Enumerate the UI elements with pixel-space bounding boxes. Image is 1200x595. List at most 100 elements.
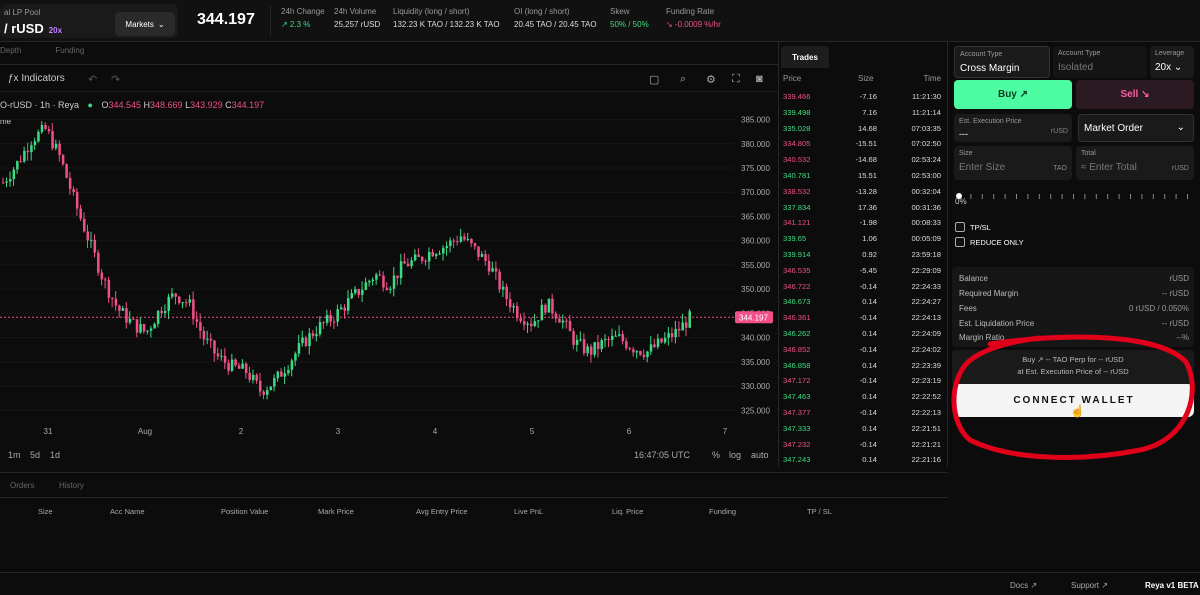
timeframe-1d[interactable]: 1d	[50, 450, 60, 460]
col-acc-name: Acc Name	[110, 507, 145, 516]
info-value: 0 rUSD / 0.050%	[1128, 304, 1189, 313]
trade-time: 22:24:33	[911, 281, 941, 291]
candle-body	[596, 342, 600, 350]
candle-body	[572, 331, 575, 345]
trade-price: 339.498	[783, 107, 811, 117]
y-tick-label: 350.000	[741, 285, 770, 294]
candle-body	[2, 182, 5, 184]
candle-body	[40, 125, 44, 132]
candle-body	[266, 390, 269, 395]
candle-body	[149, 328, 153, 331]
candle-body	[153, 323, 156, 329]
account-type2-value: Isolated	[1058, 62, 1094, 73]
sell-button[interactable]: Sell ↘	[1076, 80, 1194, 109]
timeframe-5d[interactable]: 5d	[30, 450, 40, 460]
candle-body	[607, 339, 611, 341]
auto-toggle[interactable]: auto	[751, 450, 769, 460]
col-funding: Funding	[709, 507, 737, 516]
candle-body	[44, 125, 47, 129]
candle-body	[459, 236, 463, 242]
gear-icon[interactable]: ⚙	[706, 73, 716, 86]
candle-body	[311, 333, 315, 337]
candle-body	[139, 324, 142, 333]
annotation-circle	[951, 334, 1195, 460]
info-balance: Balance rUSD	[959, 274, 1189, 283]
tab-funding[interactable]: Funding	[55, 46, 84, 55]
candle-body	[65, 164, 68, 178]
expand-icon[interactable]: ⛶	[732, 73, 740, 86]
leverage-value: 20x ⌄	[1155, 62, 1183, 73]
leverage-badge: 20x	[48, 26, 63, 35]
buy-button[interactable]: Buy ↗	[954, 80, 1072, 109]
stat-value: 25,257 rUSD	[334, 20, 381, 29]
candle-body	[287, 369, 290, 374]
tpsl-checkbox[interactable]	[955, 222, 965, 232]
trade-size: 0.14	[862, 329, 877, 338]
trade-row: 338.532 -13.28 00:32:04	[779, 185, 947, 201]
candle-body	[378, 274, 382, 276]
account-type-isolated[interactable]: Account Type Isolated	[1053, 46, 1147, 78]
pair-name: / rUSD 20x	[4, 21, 62, 36]
trade-size: 0.14	[862, 423, 877, 433]
percent-toggle[interactable]: %	[712, 450, 720, 460]
camera-icon[interactable]: ◙	[756, 73, 763, 85]
tab-depth[interactable]: Depth	[0, 46, 21, 55]
candle-body	[216, 353, 220, 357]
reduce-only-checkbox[interactable]	[955, 237, 965, 247]
tab-orders[interactable]: Orders	[10, 481, 34, 490]
account-type-cross[interactable]: Account Type Cross Margin	[954, 46, 1050, 78]
info-value: -- rUSD	[1161, 289, 1189, 298]
candle-body	[125, 308, 128, 323]
log-toggle[interactable]: log	[729, 450, 741, 460]
slider-ticks	[956, 193, 1188, 199]
order-type-value: Market Order	[1084, 123, 1143, 134]
candle-body	[632, 349, 635, 353]
price-chart[interactable]: 385.000 380.000 375.000 370.000 365.000 360.0…	[0, 95, 778, 440]
support-link[interactable]: Support ↗	[1071, 581, 1108, 590]
candle-body	[248, 373, 251, 380]
orders-divider	[0, 497, 948, 498]
timeframe-1m[interactable]: 1m	[8, 450, 21, 460]
candle-body	[206, 338, 209, 340]
docs-link[interactable]: Docs ↗	[1010, 581, 1037, 590]
exec-price-field: Est. Execution Price --- rUSD	[954, 114, 1072, 142]
candle-body	[396, 275, 399, 279]
candle-body	[336, 309, 339, 322]
candle-body	[364, 282, 368, 290]
fullscreen-box-icon[interactable]: ▢	[649, 73, 659, 86]
size-input[interactable]: Size Enter Size TAO	[954, 146, 1072, 180]
tab-trades[interactable]: Trades	[781, 46, 829, 68]
candle-body	[301, 337, 304, 344]
candle-body	[385, 287, 389, 290]
candle-body	[508, 299, 512, 308]
markets-button[interactable]: Markets ⌄	[115, 12, 175, 36]
redo-icon[interactable]: ↷	[111, 73, 120, 86]
candle-body	[389, 288, 392, 290]
col-liq-price: Liq. Price	[612, 507, 644, 516]
order-type-select[interactable]: Market Order ⌄	[1078, 114, 1194, 142]
slider-tick	[1027, 194, 1029, 199]
search-icon[interactable]: ⌕	[680, 73, 686, 86]
indicators-button[interactable]: ƒx Indicators	[8, 73, 65, 84]
leverage-select[interactable]: Leverage 20x ⌄	[1150, 46, 1194, 78]
size-slider[interactable]	[956, 188, 1192, 199]
candle-body	[160, 310, 163, 314]
slider-tick	[1130, 194, 1131, 199]
candle-body	[449, 240, 452, 246]
candle-body	[642, 354, 646, 358]
trade-row: 339.466 -7.16 11:21:30	[779, 90, 947, 106]
tab-history[interactable]: History	[59, 481, 84, 490]
undo-icon[interactable]: ↶	[88, 73, 97, 86]
candle-body	[660, 338, 663, 343]
market-selector[interactable]: al LP Pool / rUSD 20x Markets ⌄	[0, 4, 178, 38]
trade-price: 346.361	[783, 313, 811, 323]
stat-24h-change: 24h Change ↗ 2.3 %	[281, 7, 325, 29]
candle-body	[579, 339, 582, 341]
trade-time: 22:24:02	[911, 344, 941, 354]
candle-body	[445, 245, 449, 248]
slider-tick	[1016, 194, 1017, 199]
trade-time: 22:22:13	[911, 408, 941, 417]
total-input[interactable]: Total ≈ Enter Total rUSD	[1076, 146, 1194, 180]
exec-price-value: ---	[959, 129, 968, 139]
candle-body	[199, 321, 202, 331]
